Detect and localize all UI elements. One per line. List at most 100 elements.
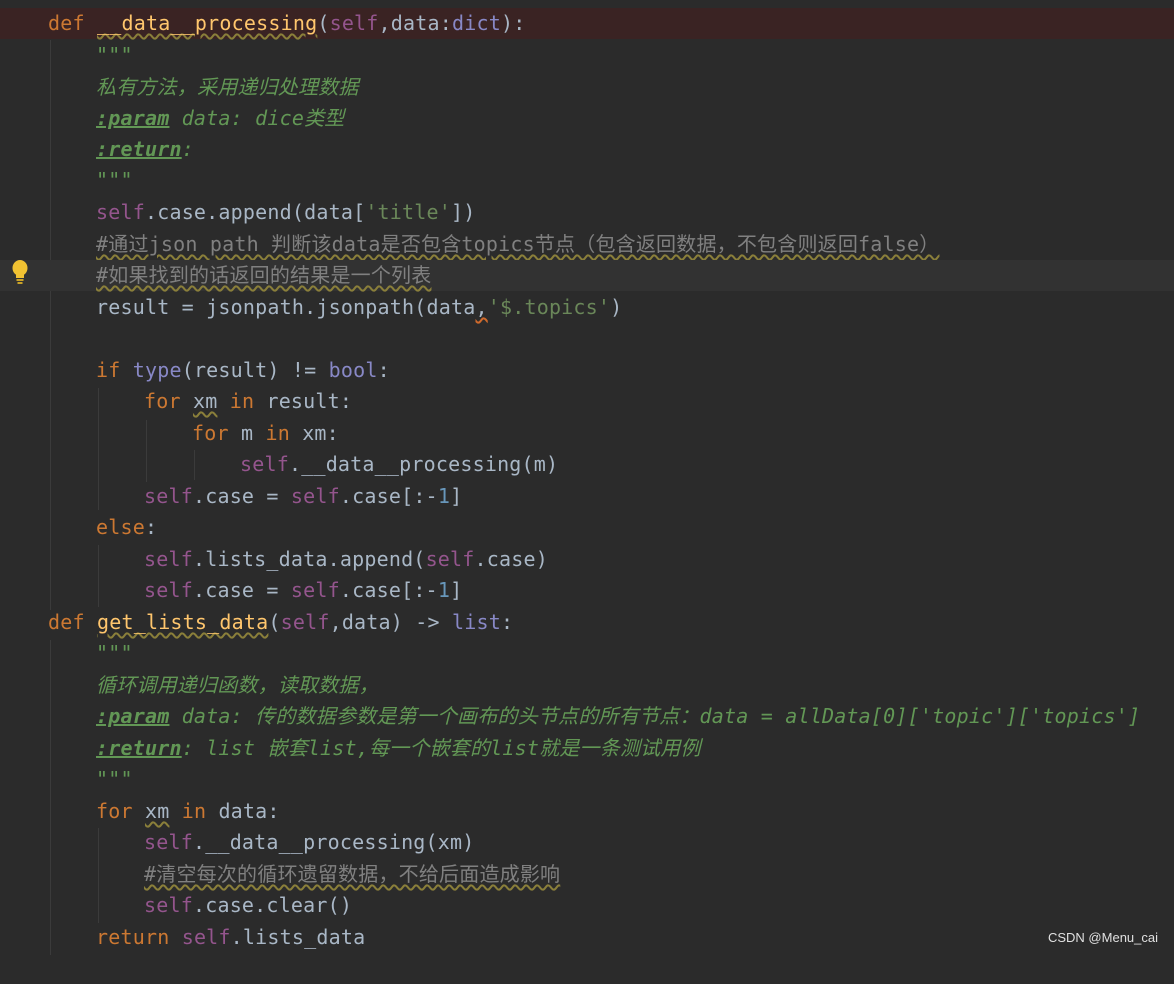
- keyword: else: [96, 515, 145, 539]
- code-line[interactable]: :return:: [0, 134, 1174, 165]
- code-line[interactable]: self.__data__processing(m): [0, 449, 1174, 480]
- string-literal: '$.topics': [487, 295, 611, 319]
- code-line[interactable]: for xm in result:: [0, 386, 1174, 417]
- lightbulb-icon[interactable]: [10, 258, 30, 286]
- keyword: def: [48, 11, 85, 35]
- code-line[interactable]: for m in xm:: [0, 418, 1174, 449]
- code-line-current[interactable]: #如果找到的话返回的结果是一个列表: [0, 260, 1174, 291]
- code-line[interactable]: """: [0, 764, 1174, 795]
- code-text: :: [377, 358, 390, 382]
- code-text: .lists_data.append(: [192, 547, 426, 571]
- self-keyword: self: [290, 578, 340, 602]
- code-text: .lists_data: [230, 925, 366, 949]
- code-line[interactable]: self.lists_data.append(self.case): [0, 544, 1174, 575]
- code-line[interactable]: self.case = self.case[:-1]: [0, 481, 1174, 512]
- warning-comma: ,: [475, 295, 488, 319]
- code-line[interactable]: self.case.append(data['title']): [0, 197, 1174, 228]
- code-text: .case[:-: [339, 484, 438, 508]
- self-keyword: self: [144, 578, 193, 602]
- code-line[interactable]: #通过json path 判断该data是否包含topics节点（包含返回数据，…: [0, 229, 1174, 260]
- self-keyword: self: [144, 547, 193, 571]
- type-hint: list: [452, 610, 501, 634]
- keyword: return: [96, 925, 170, 949]
- code-line[interactable]: def get_lists_data(self,data) -> list:: [0, 607, 1174, 638]
- code-text: ): [610, 295, 623, 319]
- self-keyword: self: [240, 452, 289, 476]
- docstring-quotes: """: [96, 43, 133, 67]
- code-text: :: [144, 515, 158, 539]
- comment: #如果找到的话返回的结果是一个列表: [96, 263, 432, 287]
- docstring-text: :: [181, 137, 194, 161]
- code-line[interactable]: #清空每次的循环遗留数据，不给后面造成影响: [0, 859, 1174, 890]
- docstring-text: 私有方法，采用递归处理数据: [96, 75, 359, 99]
- code-text: m: [228, 421, 266, 445]
- code-text: .__data__processing(xm): [192, 830, 475, 854]
- code-line[interactable]: :param data: dice类型: [0, 103, 1174, 134]
- params: ,data) ->: [329, 610, 452, 634]
- code-text: ]): [451, 200, 476, 224]
- code-line[interactable]: self.__data__processing(xm): [0, 827, 1174, 858]
- code-line[interactable]: result = jsonpath.jsonpath(data,'$.topic…: [0, 292, 1174, 323]
- self-keyword: self: [144, 484, 193, 508]
- code-text: result = jsonpath.jsonpath(data: [96, 295, 476, 319]
- code-line[interactable]: """: [0, 638, 1174, 669]
- keyword: for: [192, 421, 229, 445]
- watermark: CSDN @Menu_cai: [1047, 930, 1158, 945]
- self-keyword: self: [181, 925, 231, 949]
- punct: :: [500, 610, 514, 634]
- code-line[interactable]: """: [0, 40, 1174, 71]
- docstring-quotes: """: [96, 168, 133, 192]
- self-keyword: self: [144, 893, 193, 917]
- code-text: .case.append(data[: [144, 200, 366, 224]
- params: ,data:: [378, 11, 452, 35]
- keyword: in: [229, 389, 255, 413]
- code-line[interactable]: self.case.clear(): [0, 890, 1174, 921]
- keyword: in: [181, 799, 207, 823]
- code-text: ]: [450, 484, 463, 508]
- doc-return-tag: :return: [96, 736, 182, 760]
- self-keyword: self: [425, 547, 475, 571]
- string-literal: 'title': [365, 200, 451, 224]
- docstring-text: 循环调用递归函数，读取数据，: [96, 673, 379, 697]
- number-literal: 1: [437, 484, 451, 508]
- code-line[interactable]: 循环调用递归函数，读取数据，: [0, 670, 1174, 701]
- code-line[interactable]: :return: list 嵌套list,每一个嵌套的list就是一条测试用例: [0, 733, 1174, 764]
- docstring-text: : list 嵌套list,每一个嵌套的list就是一条测试用例: [181, 736, 701, 760]
- code-text: .case =: [192, 484, 291, 508]
- code-line[interactable]: 私有方法，采用递归处理数据: [0, 72, 1174, 103]
- code-text: (result) !=: [181, 358, 329, 382]
- code-line[interactable]: for xm in data:: [0, 796, 1174, 827]
- code-text: xm:: [289, 421, 339, 445]
- code-text: .case =: [192, 578, 291, 602]
- keyword: def: [48, 610, 85, 634]
- code-line[interactable]: return self.lists_data: [0, 922, 1174, 953]
- doc-param-tag: :param: [96, 704, 170, 728]
- code-text: .case[:-: [339, 578, 438, 602]
- docstring-text: data: dice类型: [169, 106, 345, 130]
- keyword: in: [265, 421, 290, 445]
- code-line[interactable]: :param data: 传的数据参数是第一个画布的头节点的所有节点：data …: [0, 701, 1174, 732]
- function-name: __data__processing: [96, 11, 318, 35]
- code-line[interactable]: def __data__processing(self,data:dict):: [0, 8, 1174, 39]
- variable: xm: [192, 389, 218, 413]
- keyword: if: [96, 358, 121, 382]
- code-text: result:: [266, 389, 353, 413]
- code-line[interactable]: self.case = self.case[:-1]: [0, 575, 1174, 606]
- punct: ):: [500, 11, 526, 35]
- variable: xm: [144, 799, 170, 823]
- comment: #清空每次的循环遗留数据，不给后面造成影响: [144, 862, 561, 886]
- self-keyword: self: [290, 484, 340, 508]
- docstring-text: data: 传的数据参数是第一个画布的头节点的所有节点：data = allDa…: [169, 704, 1141, 728]
- docstring-quotes: """: [96, 767, 133, 791]
- punct: (: [317, 11, 330, 35]
- self-keyword: self: [329, 11, 379, 35]
- punct: (: [268, 610, 281, 634]
- function-name: get_lists_data: [96, 610, 269, 634]
- code-line[interactable]: """: [0, 165, 1174, 196]
- code-line[interactable]: else:: [0, 512, 1174, 543]
- doc-param-tag: :param: [96, 106, 170, 130]
- code-line[interactable]: if type(result) != bool:: [0, 355, 1174, 386]
- self-keyword: self: [144, 830, 193, 854]
- keyword: for: [96, 799, 133, 823]
